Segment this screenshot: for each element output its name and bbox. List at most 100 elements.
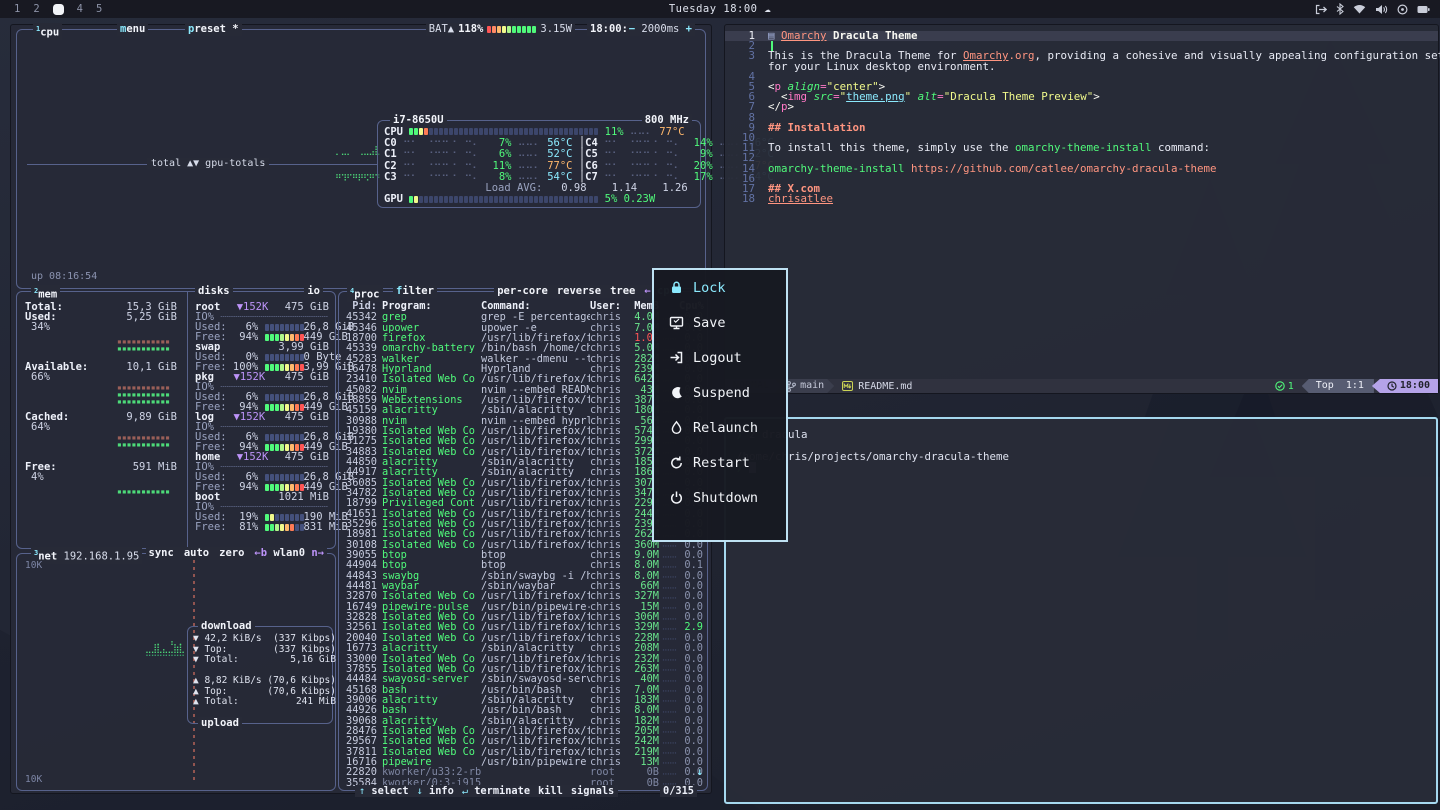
line-number: 18: [725, 194, 755, 204]
power-menu-item-suspend[interactable]: Suspend: [654, 375, 786, 410]
editor-buffer[interactable]: 1▤ Omarchy Dracula Theme23This is the Dr…: [725, 31, 1438, 204]
usage-meter: [265, 354, 304, 361]
git-branch-icon: [787, 381, 796, 392]
clock[interactable]: Tuesday 18:00 ☁: [0, 3, 1440, 15]
mem-box: 2memdisksioTotal:15,3 GiBUsed:5,25 GiB34…: [16, 291, 336, 549]
cpu-core-row: C0 ⠒⠂⠀⠐⠒⠒⠐⠀⠒⠄ 7% ⠤⠤⠄ 56°C │C4 ⠒⠂⠀⠐⠒⠒⠐⠀⠒⠄…: [384, 137, 694, 148]
mem-graph: ▪▪▪▪▪▪▪▪▪▪▪: [117, 398, 170, 405]
weather-cloud-icon: ☁: [764, 3, 771, 15]
scroll-position: Top 1:1: [1302, 379, 1374, 393]
uptime-label: up 08:16:54: [31, 271, 97, 282]
suspend-icon: [669, 385, 684, 400]
editor-line[interactable]: 18chrisatlee: [725, 194, 1438, 204]
mem-box-title[interactable]: 2mem: [31, 285, 60, 302]
proc-footer-key[interactable]: ↵ terminate: [462, 785, 530, 797]
mem-graph: ▪▪▪▪▪▪▪▪▪▪▪: [117, 488, 170, 495]
disk-usage-row: Free: 81% 831 MiB: [195, 522, 329, 532]
diagnostics-badge: 1: [1275, 381, 1294, 392]
preset-button[interactable]: preset *: [185, 23, 242, 36]
cpu-detail-box: i7-8650U800 MHzCPU 11% ⠤⠤⠄ 77°CC0 ⠒⠂⠀⠐⠒⠒…: [377, 120, 701, 208]
upload-label: upload: [198, 717, 242, 730]
cpu-core-row: C3 ⠒⠂⠀⠐⠒⠒⠐⠀⠒⠄ 8% ⠤⠤⠄ 54°C │C7 ⠒⠂⠀⠐⠒⠒⠐⠀⠒⠄…: [384, 171, 694, 182]
file-name: README.md: [842, 381, 912, 392]
power-menu-item-relaunch[interactable]: Relaunch: [654, 410, 786, 445]
proc-scroll-arrow[interactable]: ↓: [697, 766, 703, 778]
net-io-box: downloadupload▼ 42,2 KiB/s (337 Kibps)▼ …: [187, 626, 333, 724]
cpu-core-row: C2 ⠒⠂⠀⠐⠒⠒⠐⠀⠒⠄ 11% ⠤⠤⠄ 77°C │C6 ⠒⠂⠀⠐⠒⠒⠐⠀⠒…: [384, 160, 694, 171]
power-menu-item-restart[interactable]: Restart: [654, 445, 786, 480]
save-icon: [669, 315, 684, 330]
menu-button[interactable]: menu: [117, 23, 148, 36]
editor-line[interactable]: 7</p>: [725, 102, 1438, 112]
mem-stat-pct: 66%: [31, 372, 50, 382]
power-menu-item-save[interactable]: Save: [654, 305, 786, 340]
cpu-rows: CPU 11% ⠤⠤⠄ 77°CC0 ⠒⠂⠀⠐⠒⠒⠐⠀⠒⠄ 7% ⠤⠤⠄ 56°…: [384, 126, 694, 205]
disks-title[interactable]: disks: [195, 285, 233, 298]
upload-row: ▲ 8,82 KiB/s (70,6 Kibps): [193, 676, 336, 687]
editor-line[interactable]: 6 <img src="theme.png" alt="Dracula Them…: [725, 92, 1438, 102]
shutdown-icon: [669, 490, 684, 505]
net-scale-bottom: 10K: [25, 774, 42, 785]
git-branch: main: [781, 379, 834, 393]
usage-meter: [265, 514, 304, 521]
proc-rows: 45342grepgrep -E percentagechris4.0M⠤⠤⠤0…: [344, 312, 703, 788]
btop-window[interactable]: 1cpumenupreset *18:00:48BAT▲ 118%3.15W− …: [10, 24, 712, 794]
mem-stat-pct: 4%: [31, 472, 44, 482]
editor-line[interactable]: for your Linux desktop environment.: [725, 62, 1438, 72]
usage-meter: [265, 484, 304, 491]
cpu-graph: ⠛⠹⠋⠛⠟⠫⠛⠙: [335, 176, 380, 183]
proc-footer-key[interactable]: ↑ select: [359, 785, 409, 797]
proc-box-title[interactable]: 4proc: [347, 285, 383, 302]
cpu-core-row: C1 ⠒⠂⠀⠐⠒⠒⠐⠀⠒⠄ 6% ⠤⠤⠄ 52°C │C5 ⠒⠂⠀⠐⠒⠒⠐⠀⠒⠄…: [384, 149, 694, 160]
lock-icon: [669, 280, 684, 295]
cpu-box-title[interactable]: 1cpu: [33, 23, 62, 40]
power-menu-item-shutdown[interactable]: Shutdown: [654, 480, 786, 515]
relaunch-icon: [669, 420, 684, 435]
proc-header: Pid:Program:Command:User:MemBCpu%: [344, 301, 703, 311]
check-circle-icon: [1275, 381, 1285, 391]
filter-button[interactable]: filter: [393, 285, 437, 298]
markdown-icon: [842, 381, 853, 391]
update-interval[interactable]: − 2000ms +: [626, 23, 695, 36]
download-row: ▼ 42,2 KiB/s (337 Kibps): [193, 634, 336, 645]
editor-line[interactable]: 14omarchy-theme-install https://github.c…: [725, 164, 1438, 174]
power-menu[interactable]: LockSaveLogoutSuspendRelaunchRestartShut…: [652, 268, 788, 542]
net-io-rows: ▼ 42,2 KiB/s (337 Kibps)▼ Top: (337 Kibp…: [193, 634, 336, 708]
waybar: 1245 Tuesday 18:00 ☁: [0, 0, 1440, 18]
power-menu-item-logout[interactable]: Logout: [654, 340, 786, 375]
net-options[interactable]: syncautozero←b wlan0 n→: [146, 547, 327, 560]
usage-meter: [265, 474, 304, 481]
editor-line[interactable]: 16: [725, 174, 1438, 184]
mem-stat-pct: 64%: [31, 422, 50, 432]
editor-line[interactable]: 9## Installation: [725, 123, 1438, 133]
usage-meter: [265, 364, 304, 371]
disks-divider: [187, 292, 188, 548]
neovim-window[interactable]: 1▤ Omarchy Dracula Theme23This is the Dr…: [724, 24, 1439, 394]
terminal-window[interactable]: ❯ z dracula /home/chris/projects/omarchy…: [724, 417, 1438, 804]
proc-footer-key[interactable]: kill: [538, 785, 563, 797]
io-mode-toggle[interactable]: io: [304, 285, 323, 298]
proc-footer: ↑ select ↓ info ↵ terminate kill signals: [355, 785, 618, 797]
line-number: 3: [725, 51, 755, 61]
net-box-title[interactable]: 3net 192.168.1.95: [31, 547, 142, 564]
restart-icon: [669, 455, 684, 470]
usage-meter: [265, 404, 304, 411]
upload-row: ▲ Total: 241 MiB: [193, 697, 336, 708]
power-menu-item-lock[interactable]: Lock: [654, 270, 786, 305]
cpu-box: 1cpumenupreset *18:00:48BAT▲ 118%3.15W− …: [16, 29, 706, 289]
usage-meter: [265, 524, 304, 531]
mem-stat: Free:591 MiB: [25, 462, 177, 472]
gpu-row: GPU 5% 0.23W: [384, 194, 694, 205]
logout-icon: [669, 350, 684, 365]
proc-footer-key[interactable]: ↓ info: [417, 785, 454, 797]
usage-meter: [265, 334, 304, 341]
usage-meter: [409, 128, 598, 135]
clock-icon: [1387, 381, 1397, 391]
editor-line[interactable]: 1▤ Omarchy Dracula Theme: [725, 31, 1438, 41]
mem-stat-pct: 34%: [31, 322, 50, 332]
editor-line[interactable]: 11To install this theme, simply use the …: [725, 143, 1438, 153]
usage-meter: [265, 444, 304, 451]
mem-graph: ▪▪▪▪▪▪▪▪▪▪▪: [117, 441, 170, 448]
proc-footer-key[interactable]: signals: [571, 785, 614, 797]
cpu-graph: ⡀⣀⡀⠀⢀⣀⣠⣇: [335, 148, 380, 155]
